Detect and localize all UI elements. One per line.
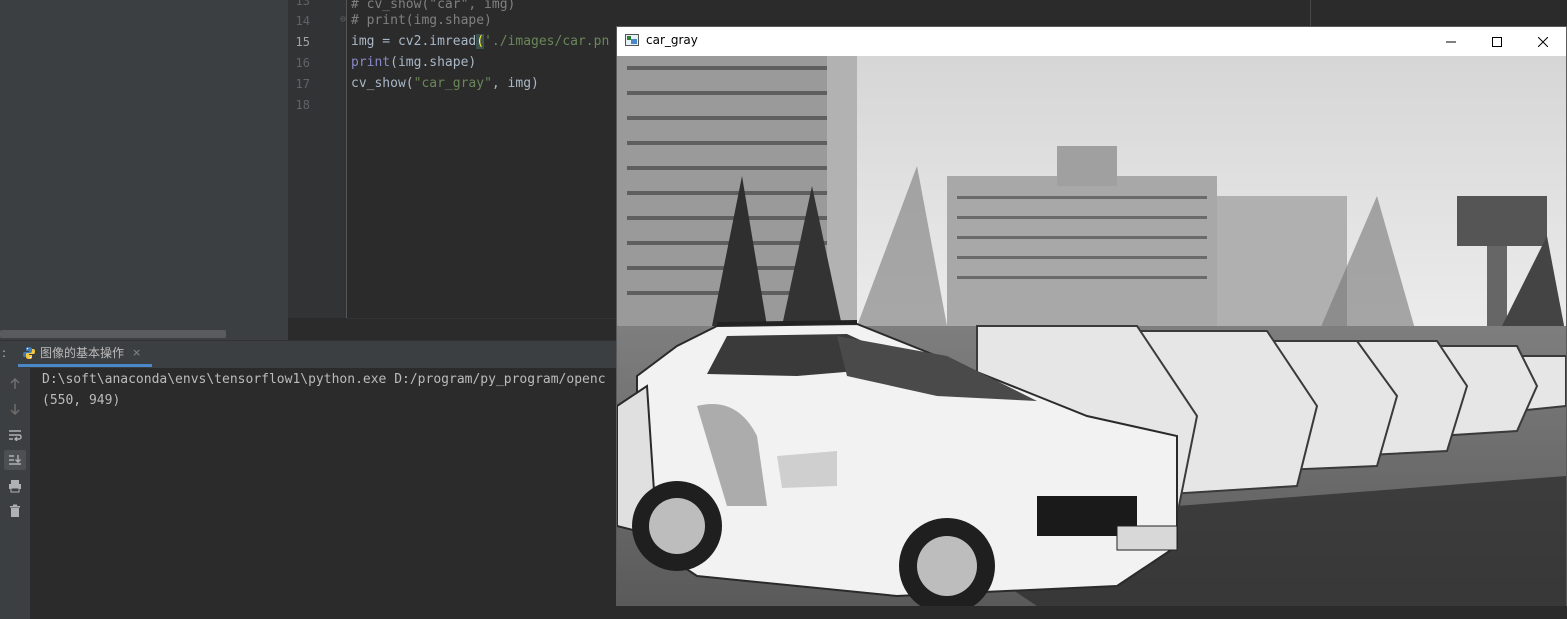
run-toolbar [0, 368, 30, 619]
code-line[interactable]: # print(img.shape) [351, 10, 492, 31]
code-token: , img) [491, 76, 539, 91]
code-token: "car_gray" [413, 76, 492, 91]
grayscale-car-image [617, 56, 1566, 606]
run-tab-label: 图像的基本操作 [40, 346, 125, 360]
tab-close-icon[interactable]: × [132, 346, 141, 359]
code-line[interactable]: img = cv2.imread('./images/car.pn [351, 31, 609, 52]
run-label: : [2, 346, 7, 360]
up-arrow-icon [10, 378, 20, 389]
run-tab[interactable]: 图像的基本操作 × [18, 341, 152, 367]
maximize-icon [1492, 36, 1502, 47]
scroll-to-end-icon [9, 455, 21, 465]
scroll-to-end-button[interactable] [4, 450, 26, 470]
code-token: img = cv2.imread [351, 34, 477, 49]
opencv-window-icon [625, 34, 639, 46]
car-photo-illustration [617, 56, 1566, 606]
image-window[interactable]: car_gray [616, 26, 1567, 606]
window-titlebar[interactable]: car_gray [617, 27, 1566, 56]
maximize-button[interactable] [1474, 27, 1520, 56]
fold-marker-icon[interactable]: ⊖ [340, 14, 346, 25]
minimize-button[interactable] [1428, 27, 1474, 56]
trash-icon [10, 504, 20, 517]
print-icon [9, 480, 21, 493]
line-number-current: 15 [295, 35, 310, 49]
minimize-icon [1446, 41, 1456, 42]
code-token: './images/car.pn [484, 34, 610, 49]
console-line: D:\soft\anaconda\envs\tensorflow1\python… [42, 372, 606, 387]
close-icon [1538, 36, 1548, 47]
clear-all-button[interactable] [4, 501, 26, 521]
rerun-up-button[interactable] [4, 374, 26, 394]
code-token: print [351, 55, 391, 70]
line-number: 14 [295, 14, 310, 28]
code-token: (img.shape) [390, 55, 477, 70]
python-icon [23, 346, 35, 359]
close-button[interactable] [1520, 27, 1566, 56]
code-token: ( [476, 34, 485, 49]
line-number: 18 [295, 98, 310, 112]
console-line: (550, 949) [42, 393, 121, 408]
down-button[interactable] [4, 399, 26, 419]
code-line[interactable]: cv_show("car_gray", img) [351, 73, 539, 94]
project-panel[interactable] [0, 0, 288, 340]
soft-wrap-button[interactable] [4, 425, 26, 445]
project-panel-scrollbar[interactable] [0, 330, 226, 338]
window-title: car_gray [646, 33, 698, 47]
line-number: 17 [295, 77, 310, 91]
code-token: # print(img.shape) [351, 13, 492, 28]
code-line[interactable]: print(img.shape) [351, 52, 476, 73]
down-arrow-icon [10, 404, 20, 415]
line-number-gutter: 13 14 15 16 17 18 ⊖ [288, 0, 347, 318]
line-number: 13 [295, 0, 310, 8]
code-token: cv_show( [351, 76, 414, 91]
line-number: 16 [295, 56, 310, 70]
print-button[interactable] [4, 476, 26, 496]
soft-wrap-icon [9, 430, 22, 441]
